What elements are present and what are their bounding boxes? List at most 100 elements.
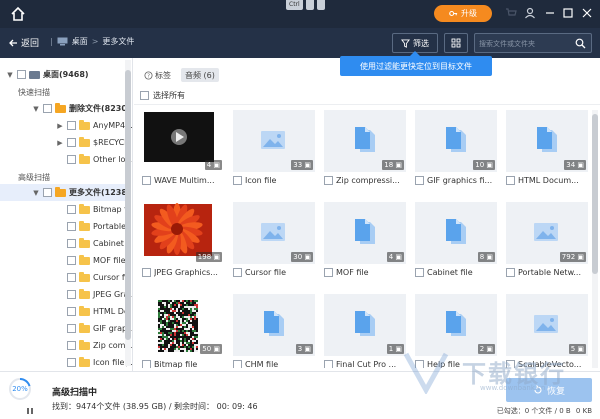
file-checkbox[interactable]	[233, 176, 242, 185]
tree-checkbox[interactable]	[43, 104, 52, 113]
tab-tags[interactable]: ? 标签	[140, 68, 175, 82]
filter-button[interactable]: 筛选	[392, 33, 438, 53]
breadcrumb-item-more-files[interactable]: 更多文件	[102, 36, 134, 47]
file-checkbox[interactable]	[142, 268, 151, 277]
file-thumbnail[interactable]: 10 ▣	[415, 110, 497, 172]
file-checkbox[interactable]	[506, 176, 515, 185]
tree-checkbox[interactable]	[67, 138, 76, 147]
tree-item[interactable]: Other los...	[67, 151, 132, 168]
file-card[interactable]: 10 ▣ GIF graphics fi...	[415, 110, 497, 194]
tree-item[interactable]: JPEG Gra...	[67, 286, 132, 303]
tree-checkbox[interactable]	[43, 188, 52, 197]
file-thumbnail[interactable]: 4 ▣	[324, 202, 406, 264]
file-thumbnail[interactable]: 34 ▣	[506, 110, 588, 172]
file-thumbnail[interactable]: 1 ▣	[324, 294, 406, 356]
select-all-checkbox[interactable]	[140, 91, 149, 100]
file-card[interactable]: 1 ▣ Final Cut Pro ...	[324, 294, 406, 368]
tree-checkbox[interactable]	[67, 121, 76, 130]
tree-item[interactable]: Cabinet fi...	[67, 235, 132, 252]
tree-item[interactable]: ▶ $RECYCL...	[56, 134, 132, 151]
window-widget[interactable]: Ctrl	[286, 0, 325, 10]
search-input[interactable]	[479, 37, 571, 50]
scrollbar-thumb[interactable]	[125, 70, 131, 340]
grid-scrollbar[interactable]	[592, 110, 598, 368]
breadcrumb-item-desktop[interactable]: 桌面	[72, 36, 88, 47]
tree-checkbox[interactable]	[67, 239, 76, 248]
cart-icon[interactable]	[505, 7, 517, 19]
tree-folder-deleted[interactable]: ▼ 删除文件(8230	[32, 100, 127, 117]
file-checkbox[interactable]	[142, 360, 151, 368]
file-checkbox[interactable]	[233, 268, 242, 277]
file-thumbnail[interactable]: 198 ▣	[142, 202, 224, 264]
collapse-arrow-icon[interactable]: ▼	[32, 105, 40, 113]
file-thumbnail[interactable]: 5 ▣	[506, 294, 588, 356]
file-card[interactable]: 30 ▣ Cursor file	[233, 202, 315, 286]
file-card[interactable]: 18 ▣ Zip compressi...	[324, 110, 406, 194]
minimize-icon[interactable]	[544, 7, 556, 19]
account-icon[interactable]	[524, 7, 536, 19]
expand-arrow-icon[interactable]: ▶	[56, 122, 64, 130]
tree-item[interactable]: HTML Do...	[67, 303, 132, 320]
tab-audio[interactable]: 音频 (6)	[181, 68, 219, 82]
file-checkbox[interactable]	[506, 268, 515, 277]
file-checkbox[interactable]	[142, 176, 151, 185]
file-card[interactable]: 3 ▣ CHM file	[233, 294, 315, 368]
tree-item[interactable]: Bitmap fil...	[67, 201, 132, 218]
file-checkbox[interactable]	[233, 360, 242, 368]
file-card[interactable]: 4 ▣ WAVE Multim...	[142, 110, 224, 194]
tree-item[interactable]: GIF grap...	[67, 320, 132, 337]
view-toggle-button[interactable]	[444, 33, 468, 53]
tree-checkbox[interactable]	[67, 341, 76, 350]
tree-item[interactable]: Portable ...	[67, 218, 132, 235]
tree-checkbox[interactable]	[17, 70, 26, 79]
back-button[interactable]: 返回	[8, 36, 39, 49]
file-card[interactable]: 50 ▣ Bitmap file	[142, 294, 224, 368]
file-checkbox[interactable]	[415, 176, 424, 185]
file-thumbnail[interactable]: 2 ▣	[415, 294, 497, 356]
tree-root-desktop[interactable]: ▼ 桌面(9468)	[6, 66, 89, 83]
sidebar-scrollbar[interactable]	[125, 60, 131, 366]
collapse-arrow-icon[interactable]: ▼	[32, 189, 40, 197]
file-checkbox[interactable]	[324, 360, 333, 368]
tree-checkbox[interactable]	[67, 358, 76, 367]
maximize-icon[interactable]	[562, 7, 574, 19]
collapse-arrow-icon[interactable]: ▼	[6, 71, 14, 79]
search-icon[interactable]	[575, 38, 586, 49]
file-thumbnail[interactable]: 792 ▣	[506, 202, 588, 264]
tree-checkbox[interactable]	[67, 205, 76, 214]
tree-item[interactable]: MOF file(...	[67, 252, 132, 269]
file-checkbox[interactable]	[415, 268, 424, 277]
tree-item[interactable]: Zip comp...	[67, 337, 132, 354]
expand-arrow-icon[interactable]: ▶	[56, 139, 64, 147]
close-icon[interactable]	[581, 7, 593, 19]
tree-checkbox[interactable]	[67, 307, 76, 316]
file-card[interactable]: 198 ▣ JPEG Graphics...	[142, 202, 224, 286]
pause-icon[interactable]	[26, 407, 34, 415]
tree-checkbox[interactable]	[67, 290, 76, 299]
file-card[interactable]: 33 ▣ Icon file	[233, 110, 315, 194]
file-card[interactable]: 8 ▣ Cabinet file	[415, 202, 497, 286]
tree-checkbox[interactable]	[67, 256, 76, 265]
select-all-row[interactable]: 选择所有	[140, 90, 185, 101]
file-card[interactable]: 4 ▣ MOF file	[324, 202, 406, 286]
file-thumbnail[interactable]: 18 ▣	[324, 110, 406, 172]
tree-checkbox[interactable]	[67, 222, 76, 231]
file-checkbox[interactable]	[324, 268, 333, 277]
upgrade-button[interactable]: 升级	[434, 5, 492, 22]
tree-folder-more-files[interactable]: ▼ 更多文件(1238	[0, 184, 128, 201]
file-thumbnail[interactable]: 3 ▣	[233, 294, 315, 356]
file-thumbnail[interactable]: 33 ▣	[233, 110, 315, 172]
tree-item[interactable]: Cursor fil...	[67, 269, 132, 286]
file-thumbnail[interactable]: 30 ▣	[233, 202, 315, 264]
tree-checkbox[interactable]	[67, 155, 76, 164]
file-thumbnail[interactable]: 8 ▣	[415, 202, 497, 264]
tree-checkbox[interactable]	[67, 324, 76, 333]
scrollbar-thumb[interactable]	[592, 114, 598, 274]
tree-item[interactable]: Icon file(...	[67, 354, 132, 371]
file-thumbnail[interactable]: 4 ▣	[142, 110, 224, 172]
home-icon[interactable]	[10, 6, 26, 22]
file-checkbox[interactable]	[415, 360, 424, 368]
file-checkbox[interactable]	[324, 176, 333, 185]
file-card[interactable]: 792 ▣ Portable Netw...	[506, 202, 588, 286]
tree-item[interactable]: ▶ AnyMP4...	[56, 117, 132, 134]
